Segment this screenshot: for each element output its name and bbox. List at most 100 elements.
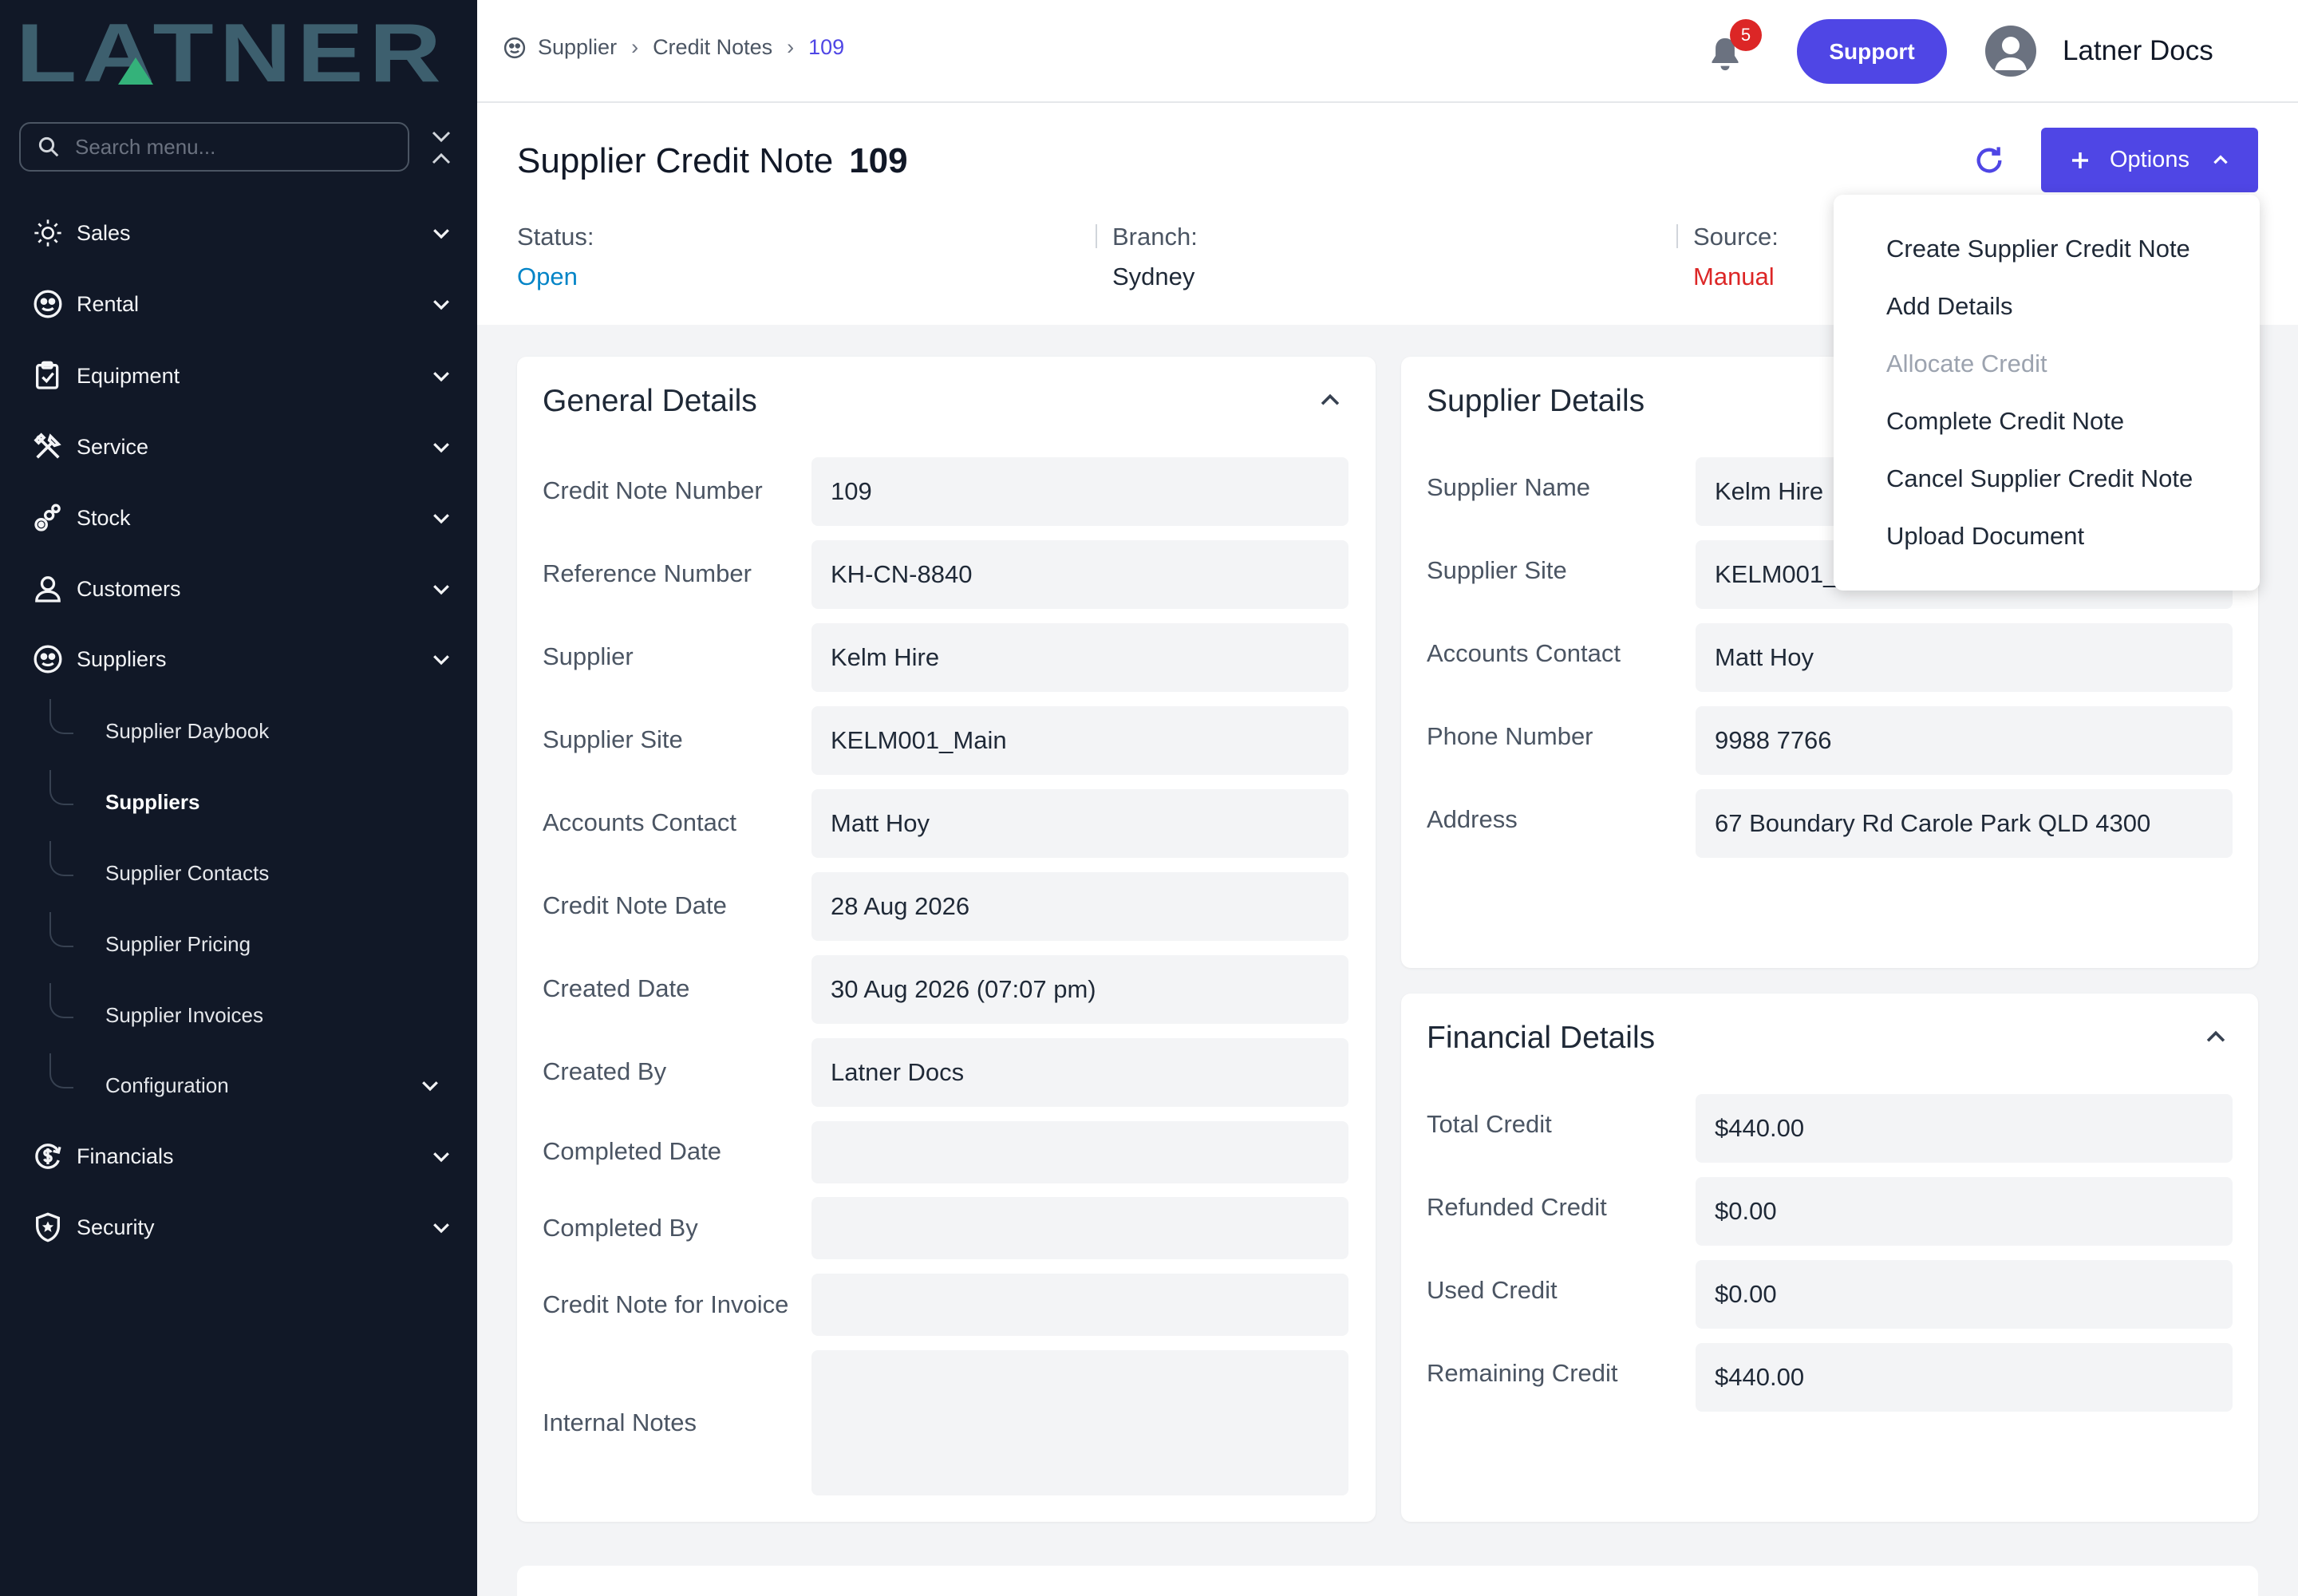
user-icon	[1995, 37, 2027, 70]
top-header: Supplier › Credit Notes › 109 5 Support …	[477, 0, 2298, 103]
menu-item-complete-credit-note[interactable]: Complete Credit Note	[1886, 407, 2124, 436]
sidebar-item-label: Security	[77, 1215, 155, 1239]
credit-note-number-field: 109	[811, 457, 1348, 526]
user-name[interactable]: Latner Docs	[2063, 35, 2213, 67]
tree-branch	[49, 912, 73, 947]
chevron-down-icon	[433, 1152, 449, 1163]
credit-note-for-invoice-field	[811, 1274, 1348, 1336]
total-credit-field: $440.00	[1696, 1094, 2233, 1163]
sidebar-item-label: Sales	[77, 220, 131, 245]
branch-label: Branch:	[1112, 223, 1198, 251]
menu-item-cancel-supplier-credit-note[interactable]: Cancel Supplier Credit Note	[1886, 464, 2193, 493]
field-label: Completed Date	[543, 1137, 722, 1165]
sidebar-item-sales[interactable]: Sales	[0, 201, 477, 265]
sidebar-item-customers[interactable]: Customers	[0, 557, 477, 621]
sidebar-item-financials[interactable]: Financials	[0, 1124, 477, 1188]
supplier-field: Kelm Hire	[811, 623, 1348, 692]
field-label: Credit Note for Invoice	[543, 1290, 789, 1318]
field-label: Reference Number	[543, 559, 752, 587]
sidebar-subitem-label: Supplier Contacts	[105, 860, 270, 885]
search-icon	[38, 136, 59, 157]
chevron-up-icon[interactable]	[1317, 387, 1344, 414]
menu-item-add-details[interactable]: Add Details	[1886, 292, 2013, 321]
source-value: Manual	[1693, 263, 1775, 290]
menu-item-upload-document[interactable]: Upload Document	[1886, 522, 2084, 551]
tree-branch	[49, 770, 73, 805]
breadcrumb-item-supplier[interactable]: Supplier	[538, 35, 617, 60]
card-title: Supplier Details	[1427, 384, 1645, 418]
bottom-card	[517, 1566, 2258, 1596]
sidebar-subitem-supplier-contacts[interactable]: Supplier Contacts	[49, 841, 464, 905]
sidebar-subitem-supplier-daybook[interactable]: Supplier Daybook	[49, 699, 464, 763]
branch-field: Branch: Sydney	[1112, 223, 1198, 291]
rental-icon	[30, 286, 65, 322]
field-label: Supplier Name	[1427, 473, 1591, 501]
status-value: Open	[517, 263, 578, 290]
tree-branch	[49, 841, 73, 876]
general-details-card: General Details Credit Note Number 109 R…	[517, 357, 1376, 1522]
page-title-text: Supplier Credit Note	[517, 141, 834, 180]
options-button[interactable]: Options	[2041, 128, 2258, 192]
breadcrumb-item-credit-notes[interactable]: Credit Notes	[653, 35, 772, 60]
chevron-down-icon	[433, 1223, 449, 1234]
chevron-up-icon	[2213, 154, 2228, 164]
sidebar-item-security[interactable]: Security	[0, 1195, 477, 1259]
field-label: Total Credit	[1427, 1110, 1552, 1138]
sidebar-item-label: Equipment	[77, 363, 180, 388]
completed-by-field	[811, 1197, 1348, 1259]
chevron-down-icon	[422, 1081, 438, 1092]
sidebar-item-rental[interactable]: Rental	[0, 272, 477, 336]
sidebar-item-label: Financials	[77, 1144, 174, 1168]
sidebar-item-label: Stock	[77, 505, 131, 530]
accounts-contact-field: Matt Hoy	[811, 789, 1348, 858]
search-input[interactable]	[75, 134, 378, 160]
refresh-icon[interactable]	[1973, 143, 2005, 178]
address-field: 67 Boundary Rd Carole Park QLD 4300	[1696, 789, 2233, 858]
chevron-up-icon[interactable]	[2202, 1024, 2229, 1051]
field-label: Supplier Site	[543, 725, 683, 753]
menu-item-create-supplier-credit-note[interactable]: Create Supplier Credit Note	[1886, 235, 2190, 263]
page-title: Supplier Credit Note 109	[517, 141, 908, 181]
reference-number-field: KH-CN-8840	[811, 540, 1348, 609]
created-date-field: 30 Aug 2026 (07:07 pm)	[811, 955, 1348, 1024]
chevron-down-icon	[433, 372, 449, 382]
field-label: Supplier	[543, 642, 634, 670]
remaining-credit-field: $440.00	[1696, 1343, 2233, 1412]
latner-logo[interactable]: LATNER	[16, 18, 447, 86]
sidebar-item-equipment[interactable]: Equipment	[0, 344, 477, 408]
page-title-number: 109	[849, 141, 908, 180]
field-label: Created By	[543, 1057, 667, 1085]
breadcrumb: Supplier › Credit Notes › 109	[503, 35, 844, 60]
refunded-credit-field: $0.00	[1696, 1177, 2233, 1246]
chevron-down-icon	[433, 300, 449, 310]
sidebar-subitem-configuration[interactable]: Configuration	[49, 1053, 464, 1117]
sidebar-subitem-supplier-invoices[interactable]: Supplier Invoices	[49, 983, 464, 1047]
sidebar-item-stock[interactable]: Stock	[0, 486, 477, 550]
created-by-field: Latner Docs	[811, 1038, 1348, 1107]
sidebar-subitem-suppliers[interactable]: Suppliers	[49, 770, 464, 834]
chevron-down-icon	[433, 514, 449, 524]
collapse-icon[interactable]	[428, 128, 455, 168]
field-label: Address	[1427, 805, 1518, 833]
notification-badge: 5	[1730, 19, 1762, 51]
sidebar: LATNER Sales Rental Equipment Service	[0, 0, 477, 1596]
sidebar-item-service[interactable]: Service	[0, 415, 477, 479]
sidebar-item-suppliers[interactable]: Suppliers	[0, 627, 477, 691]
chevron-right-icon: ›	[787, 35, 795, 59]
accounts-contact-field: Matt Hoy	[1696, 623, 2233, 692]
field-label: Refunded Credit	[1427, 1193, 1607, 1221]
field-label: Credit Note Number	[543, 476, 763, 504]
support-button[interactable]: Support	[1797, 19, 1947, 84]
avatar[interactable]	[1985, 26, 2036, 77]
field-label: Credit Note Date	[543, 891, 727, 919]
user-icon	[30, 571, 65, 606]
search-box[interactable]	[19, 122, 409, 172]
options-menu: Create Supplier Credit Note Add Details …	[1834, 195, 2260, 591]
tree-branch	[49, 699, 73, 734]
sidebar-subitem-supplier-pricing[interactable]: Supplier Pricing	[49, 912, 464, 976]
options-label: Options	[2110, 147, 2189, 172]
used-credit-field: $0.00	[1696, 1260, 2233, 1329]
equipment-icon	[30, 358, 65, 393]
suppliers-icon	[503, 37, 526, 58]
card-title: General Details	[543, 384, 757, 418]
